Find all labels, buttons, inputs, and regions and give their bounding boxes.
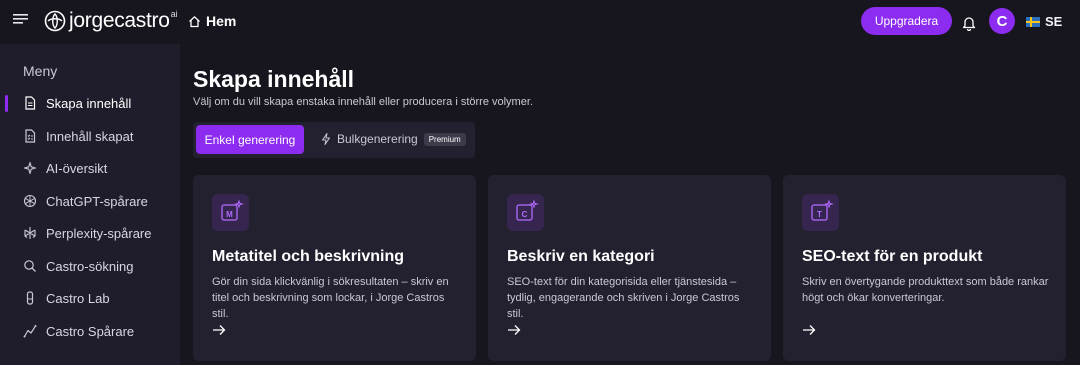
svg-text:M: M <box>226 210 233 219</box>
sidebar-item-label: ChatGPT-spårare <box>46 193 148 209</box>
premium-badge: Premium <box>423 132 466 146</box>
logo-mark-icon <box>44 10 66 32</box>
card-description: Gör din sida klickvänlig i sökresultaten… <box>212 276 449 320</box>
sidebar-item-ai-oversikt[interactable]: AI-översikt <box>0 155 180 181</box>
logo[interactable]: jorgecastro ai <box>44 9 178 33</box>
home-link[interactable]: Hem <box>188 13 236 29</box>
arrow-right-icon[interactable] <box>212 324 226 336</box>
sidebar-item-label: Castro Spårare <box>46 323 135 339</box>
card-title: SEO-text för en produkt <box>802 248 983 265</box>
sidebar-item-label: Innehåll skapat <box>46 128 134 144</box>
page-subtitle: Välj om du vill skapa enstaka innehåll e… <box>193 96 533 108</box>
card-title: Metatitel och beskrivning <box>212 248 405 265</box>
card-description: SEO-text för din kategorisida eller tjän… <box>507 276 740 320</box>
avatar[interactable]: C <box>989 8 1015 34</box>
page-title: Skapa innehåll <box>193 66 355 92</box>
sidebar-item-label: Castro-sökning <box>46 258 134 274</box>
document-sparkle-icon: M <box>212 194 249 231</box>
sidebar: Meny Skapa innehåll Innehåll skapat AI-ö… <box>0 44 180 365</box>
tab-bulk-label: Bulkgenerering <box>337 132 418 146</box>
chatgpt-icon <box>23 194 37 208</box>
arrow-right-icon[interactable] <box>802 324 816 336</box>
perplexity-icon <box>24 227 36 239</box>
sidebar-item-castro-sparare[interactable]: Castro Spårare <box>0 318 180 344</box>
sidebar-item-skapa-innehall[interactable]: Skapa innehåll <box>0 90 180 116</box>
upgrade-button[interactable]: Uppgradera <box>861 7 952 35</box>
line-chart-icon <box>23 325 37 338</box>
document-icon <box>25 96 36 110</box>
sidebar-item-label: Castro Lab <box>46 290 110 306</box>
sidebar-item-castro-sokning[interactable]: Castro-sökning <box>0 253 180 279</box>
sidebar-item-innehall-skapat[interactable]: Innehåll skapat <box>0 123 180 149</box>
sidebar-item-label: Perplexity-spårare <box>46 225 152 241</box>
sidebar-item-chatgpt-sparare[interactable]: ChatGPT-spårare <box>0 188 180 214</box>
sidebar-item-label: Skapa innehåll <box>46 95 132 111</box>
card-description: Skriv en övertygande produkttext som båd… <box>802 276 1049 304</box>
file-list-icon <box>25 129 36 143</box>
menu-title: Meny <box>23 63 58 79</box>
home-icon <box>189 15 200 27</box>
sidebar-item-label: AI-översikt <box>46 160 108 176</box>
flask-icon <box>26 291 34 305</box>
logo-superscript: ai <box>170 9 178 19</box>
top-bar: jorgecastro ai Hem Uppgradera C SE <box>0 0 1080 44</box>
logo-text: jorgecastro <box>69 9 170 32</box>
svg-text:C: C <box>522 210 528 219</box>
bell-icon[interactable] <box>962 15 976 31</box>
card-title: Beskriv en kategori <box>507 248 655 265</box>
generation-mode-tabs: Enkel generering Bulkgenerering Premium <box>193 122 475 158</box>
sweden-flag-icon <box>1026 16 1040 27</box>
svg-text:T: T <box>817 210 822 219</box>
hamburger-menu-icon[interactable] <box>13 13 28 27</box>
sidebar-item-castro-lab[interactable]: Castro Lab <box>0 285 180 311</box>
language-label: SE <box>1045 14 1063 29</box>
home-label: Hem <box>206 13 237 29</box>
document-sparkle-icon: T <box>802 194 839 231</box>
card-produkt[interactable]: T SEO-text för en produkt Skriv en övert… <box>783 175 1066 361</box>
card-metatitel[interactable]: M Metatitel och beskrivning Gör din sida… <box>193 175 476 361</box>
sidebar-item-perplexity-sparare[interactable]: Perplexity-spårare <box>0 220 180 246</box>
search-icon <box>24 260 36 272</box>
sparkle-icon <box>23 161 37 175</box>
tab-bulkgenerering[interactable]: Bulkgenerering Premium <box>321 132 466 146</box>
card-kategori[interactable]: C Beskriv en kategori SEO-text för din k… <box>488 175 771 361</box>
tab-enkel-generering[interactable]: Enkel generering <box>196 125 304 154</box>
document-sparkle-icon: C <box>507 194 544 231</box>
language-selector[interactable]: SE <box>1026 14 1062 29</box>
arrow-right-icon[interactable] <box>507 324 521 336</box>
lightning-icon <box>322 133 330 145</box>
